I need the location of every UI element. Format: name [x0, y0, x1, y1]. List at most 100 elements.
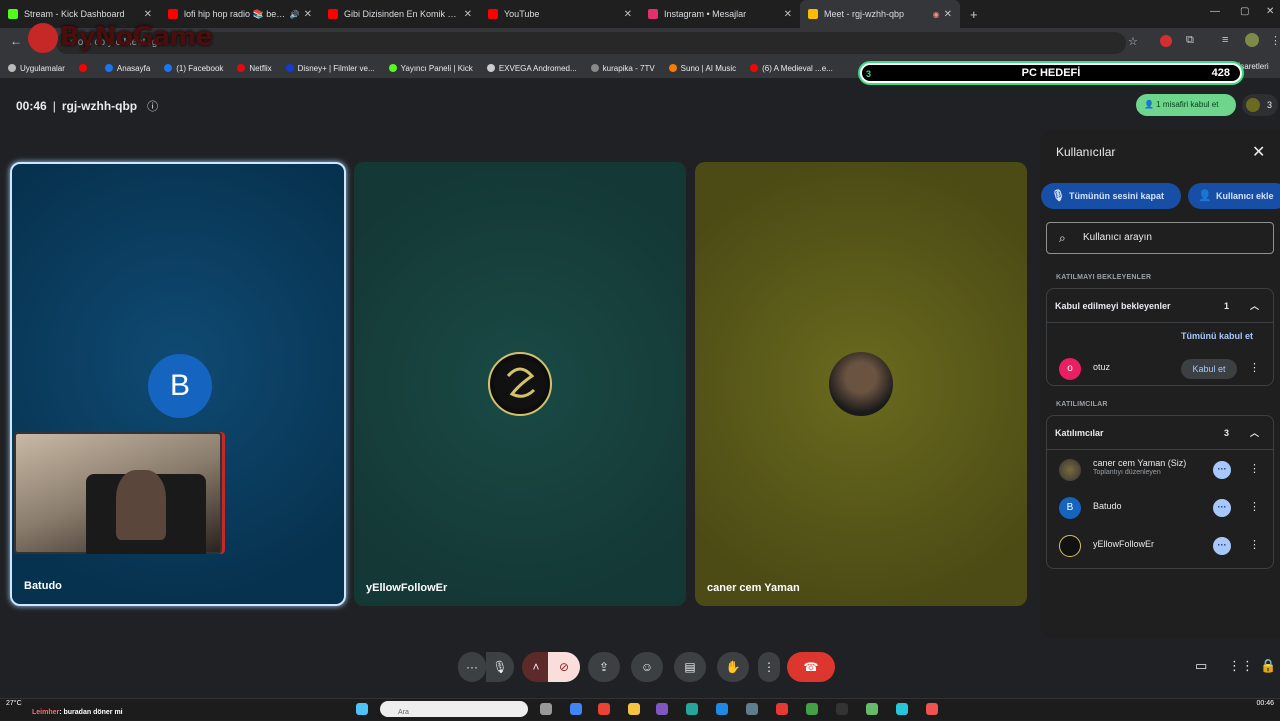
people-count-chip[interactable]: 3	[1242, 94, 1278, 116]
captions-button[interactable]: ▤	[674, 652, 706, 682]
stream-chat-message: Leimher: buradan döner mi	[32, 709, 123, 716]
close-tab-icon[interactable]: ✕	[944, 9, 952, 20]
list-item: o otuz Kabul et ⋮	[1047, 351, 1275, 387]
bookmark-item[interactable]: kurapika - 7TV	[590, 64, 655, 73]
add-person-icon: 👤	[1198, 190, 1212, 202]
bookmark-item[interactable]: (6) A Medieval ...e...	[750, 64, 833, 73]
more-options-icon[interactable]: ⋮	[1249, 500, 1260, 513]
camera-off-icon: ⊘	[558, 660, 570, 674]
window-close-icon[interactable]: ✕	[1266, 6, 1274, 17]
more-reactions-button[interactable]: ···	[458, 652, 486, 682]
raise-hand-button[interactable]: ✋	[717, 652, 749, 682]
chrome-icon[interactable]	[570, 703, 582, 715]
weather-widget[interactable]: 27°C	[6, 700, 22, 707]
browser-menu-icon[interactable]: ⋮	[1270, 34, 1280, 47]
xbox-icon[interactable]	[806, 703, 818, 715]
new-tab-button[interactable]: +	[970, 7, 978, 22]
bookmark-item[interactable]: Suno | AI Music	[668, 64, 736, 73]
mic-icon: 🎙	[492, 660, 508, 674]
meeting-separator: |	[52, 99, 56, 113]
participant-actions-button[interactable]: ···	[1213, 537, 1231, 555]
leave-call-button[interactable]: ☎	[787, 652, 835, 682]
participants-group-header[interactable]: Katılımcılar 3 ︿	[1047, 416, 1273, 450]
close-tab-icon[interactable]: ✕	[304, 9, 312, 20]
mute-all-button[interactable]: 🎙 Tümünün sesini kapat	[1041, 183, 1181, 209]
participant-actions-button[interactable]: ···	[1213, 499, 1231, 517]
close-tab-icon[interactable]: ✕	[464, 9, 472, 20]
profile-avatar[interactable]	[1245, 33, 1259, 47]
waiting-group-header[interactable]: Kabul edilmeyi bekleyenler 1 ︿	[1047, 289, 1273, 323]
bookmark-item[interactable]: Netflix	[237, 64, 272, 73]
extensions-puzzle-icon[interactable]: ⧉	[1186, 34, 1194, 47]
logo-mark-icon	[28, 22, 58, 53]
extension-icon[interactable]	[1160, 35, 1172, 47]
opera-icon[interactable]	[776, 703, 788, 715]
bookmark-item[interactable]	[78, 64, 91, 72]
admit-guest-chip[interactable]: 👤 1 misafiri kabul et	[1136, 94, 1236, 116]
admit-all-button[interactable]: Tümünü kabul et	[1181, 331, 1253, 341]
app-icon[interactable]	[926, 703, 938, 715]
bookmark-item[interactable]: Disney+ | Filmler ve...	[285, 64, 375, 73]
taskbar-search-input[interactable]: Ara	[380, 701, 528, 717]
admit-button[interactable]: Kabul et	[1181, 359, 1237, 379]
tab-instagram[interactable]: Instagram • Mesajlar ✕	[640, 0, 800, 28]
app-icon[interactable]	[836, 703, 848, 715]
info-icon[interactable]: ⓘ	[147, 98, 158, 114]
more-options-icon[interactable]: ⋮	[1249, 538, 1260, 551]
participant-name: Batudo	[1093, 501, 1122, 511]
camera-button[interactable]: ⊘	[548, 652, 580, 682]
youtube-icon	[168, 9, 178, 19]
more-options-icon: ⋮	[763, 660, 775, 674]
bookmark-item[interactable]: (1) Facebook	[164, 64, 223, 73]
file-explorer-icon[interactable]	[628, 703, 640, 715]
goal-value: 428	[1211, 67, 1230, 79]
windows-start-icon[interactable]	[356, 703, 368, 715]
url-field[interactable]: c o u co y c Meet rg	[56, 32, 1126, 54]
task-view-icon[interactable]	[540, 703, 552, 715]
search-input[interactable]: ⌕ Kullanıcı arayın	[1046, 222, 1274, 254]
host-controls-icon[interactable]: 🔒	[1260, 658, 1276, 674]
tab-meet[interactable]: Meet - rgj-wzhh-qbp ◉ ✕	[800, 0, 960, 28]
app-icon[interactable]	[896, 703, 908, 715]
bookmark-item[interactable]: Anasayfa	[104, 64, 150, 73]
chevron-up-icon[interactable]: ︿	[1250, 416, 1259, 450]
activities-icon[interactable]: ⋮⋮	[1228, 658, 1254, 674]
chevron-up-icon[interactable]: ︿	[1250, 289, 1259, 323]
emoji-button[interactable]: ☺	[631, 652, 663, 682]
tab-youtube[interactable]: YouTube ✕	[480, 0, 640, 28]
camera-options-chevron[interactable]: ˄	[522, 652, 550, 682]
mic-button[interactable]: 🎙	[486, 652, 514, 682]
minimize-icon[interactable]: —	[1210, 6, 1220, 17]
waiting-count: 1	[1223, 301, 1229, 311]
maximize-icon[interactable]: ▢	[1240, 6, 1249, 17]
participant-actions-button[interactable]: ···	[1213, 461, 1231, 479]
more-options-icon[interactable]: ⋮	[1249, 462, 1260, 475]
app-icon[interactable]	[866, 703, 878, 715]
close-tab-icon[interactable]: ✕	[784, 9, 792, 20]
hand-icon: ✋	[725, 660, 741, 674]
app-icon[interactable]	[656, 703, 668, 715]
tab-gibi[interactable]: Gibi Dizisinden En Komik Sahne✕	[320, 0, 480, 28]
app-icon[interactable]	[716, 703, 728, 715]
app-icon[interactable]	[746, 703, 758, 715]
present-button[interactable]: ⇪	[588, 652, 620, 682]
chrome-active-icon[interactable]	[598, 703, 610, 715]
close-tab-icon[interactable]: ✕	[144, 9, 152, 20]
more-options-icon[interactable]: ⋮	[1249, 361, 1260, 374]
bookmark-star-icon[interactable]: ☆	[1128, 35, 1138, 48]
back-arrow-icon[interactable]: ←	[10, 34, 22, 48]
app-icon[interactable]	[686, 703, 698, 715]
close-icon[interactable]: ✕	[1252, 142, 1265, 162]
instagram-icon	[648, 9, 658, 19]
bookmark-item[interactable]: Yayıncı Paneli | Kick	[388, 64, 473, 73]
video-tile-yellowfollower[interactable]: yEllowFollowEr	[354, 162, 686, 606]
close-tab-icon[interactable]: ✕	[624, 9, 632, 20]
bookmark-item[interactable]: Uygulamalar	[8, 64, 65, 73]
audio-icon[interactable]: 🔊	[290, 10, 300, 19]
bookmark-item[interactable]: EXVEGA Andromed...	[486, 64, 577, 73]
chat-icon[interactable]: ▭	[1195, 658, 1207, 674]
media-control-icon[interactable]: ≡	[1222, 34, 1228, 46]
add-user-button[interactable]: 👤 Kullanıcı ekle	[1188, 183, 1280, 209]
video-tile-caner[interactable]: caner cem Yaman	[695, 162, 1027, 606]
more-options-button[interactable]: ⋮	[758, 652, 780, 682]
